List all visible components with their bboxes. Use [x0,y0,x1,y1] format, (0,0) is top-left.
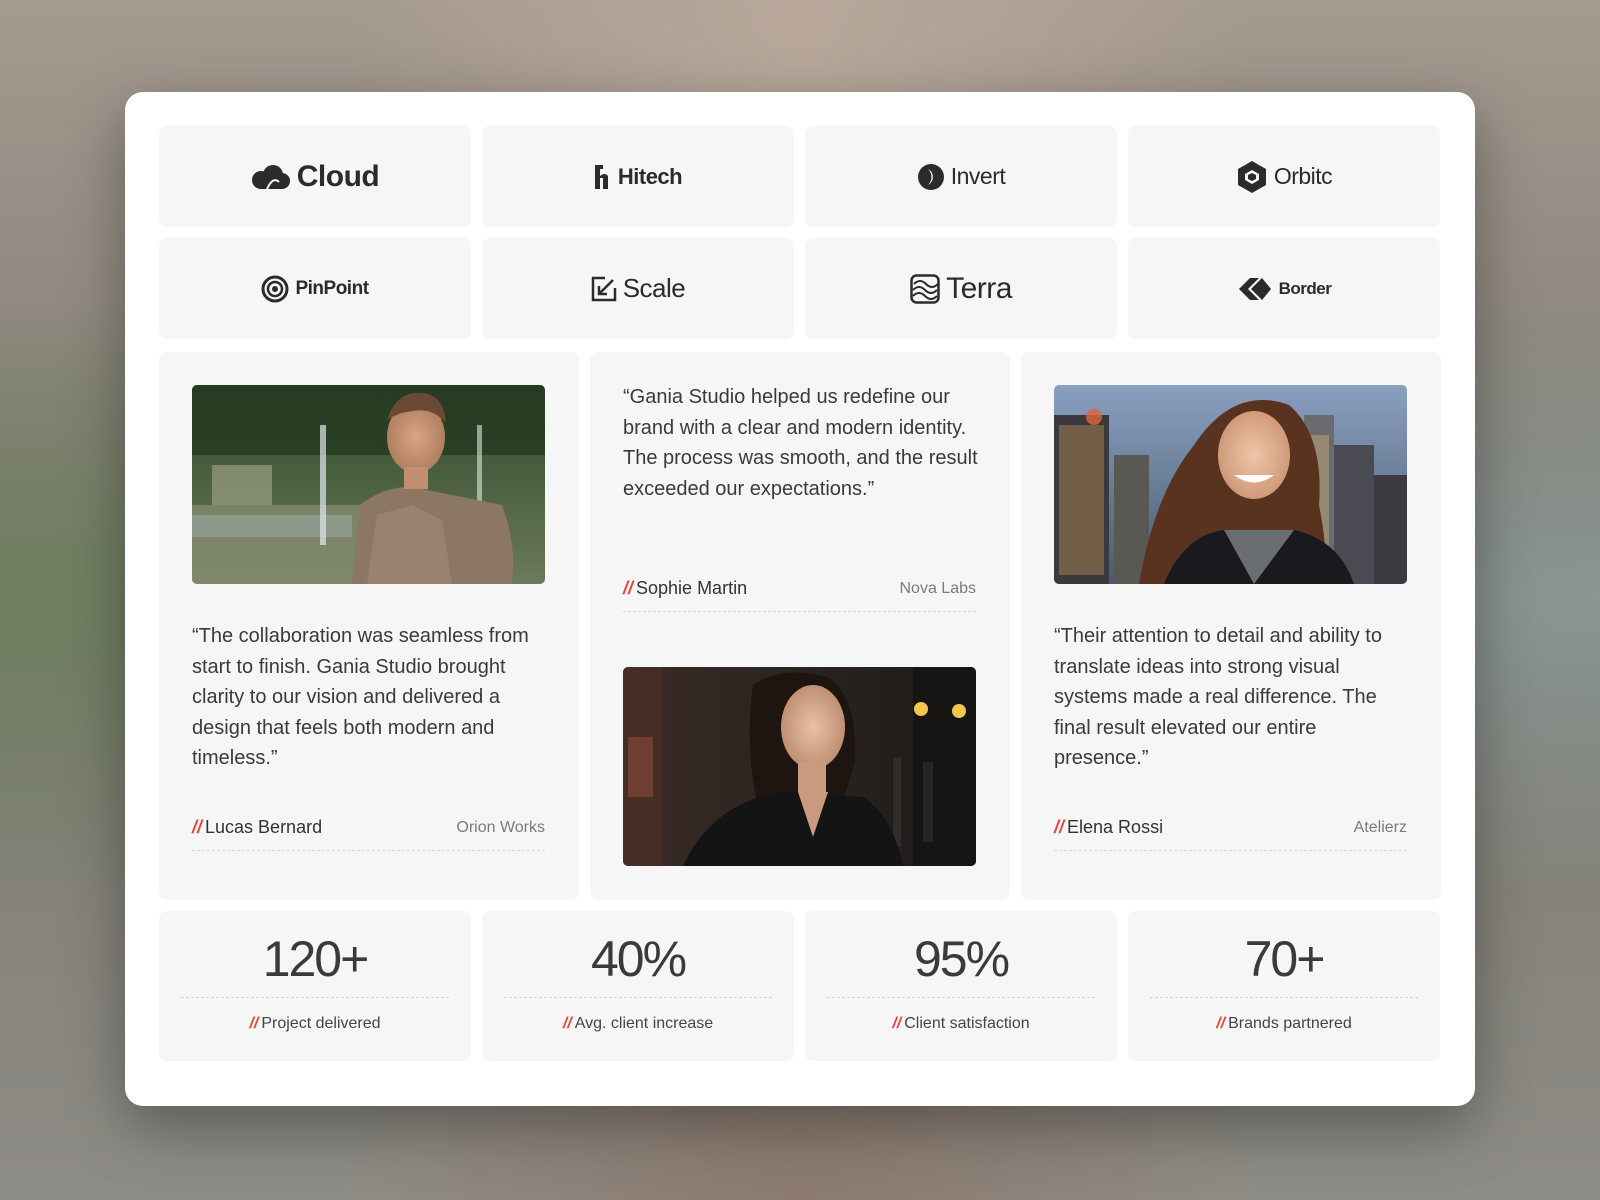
testimonial-quote: “Gania Studio helped us redefine our bra… [623,386,978,500]
stat-value: 40% [590,931,687,987]
logo-scale: Scale [482,238,794,339]
logo-pinpoint: PinPoint [159,238,471,339]
woman-street-night-photo [623,667,976,866]
slash-marker: // [1216,1015,1226,1032]
logo-border: Border [1128,238,1440,339]
author-name: Lucas Bernard [205,817,323,837]
slash-marker: // [562,1015,572,1032]
testimonial-card: “Gania Studio helped us redefine our bra… [590,352,1010,900]
author: //Elena Rossi [1054,817,1163,838]
logo-cloud-name: Cloud [296,159,380,193]
stat-label: //Avg. client increase [482,1015,794,1033]
testimonial-quote: “The collaboration was seamless from sta… [192,625,529,769]
logo-pinpoint-name: PinPoint [295,277,369,299]
stat-label: //Client satisfaction [805,1015,1117,1033]
stat-value: 70+ [1244,931,1326,987]
logo-cloud: Cloud [159,126,471,227]
logo-terra-name: Terra [946,271,1012,305]
stat-card: 40% //Avg. client increase [482,911,794,1061]
testimonial-attribution: //Elena Rossi Atelierz [1054,817,1407,851]
logo-invert-name: Invert [950,163,1006,189]
logo-invert: Invert [805,126,1117,227]
client-logo-grid: Cloud Hitech Invert Orbitc PinPoint Scal… [159,126,1441,339]
logo-orbitc-name: Orbitc [1273,163,1333,189]
slash-marker: // [192,817,203,837]
slash-marker: // [892,1015,902,1032]
invert-moon-icon [917,163,944,190]
stat-divider [1150,997,1418,998]
testimonial-attribution: //Lucas Bernard Orion Works [192,817,545,851]
author: //Sophie Martin [623,578,747,599]
stat-label-text: Avg. client increase [574,1015,714,1032]
man-in-garden-photo [192,385,545,584]
stat-label: //Project delivered [159,1015,471,1033]
stat-value: 95% [913,931,1010,987]
testimonials-row: “The collaboration was seamless from sta… [159,352,1441,900]
logo-hitech-name: Hitech [617,163,683,189]
author-name: Sophie Martin [636,578,748,598]
showcase-card: Cloud Hitech Invert Orbitc PinPoint Scal… [125,92,1475,1106]
logo-hitech: Hitech [482,126,794,227]
woman-city-smiling-photo [1054,385,1407,584]
terra-wave-icon [910,273,940,304]
stat-card: 120+ //Project delivered [159,911,471,1061]
logo-scale-name: Scale [622,273,686,303]
testimonial-card: “Their attention to detail and ability t… [1021,352,1441,900]
testimonial-quote: “Their attention to detail and ability t… [1054,625,1382,769]
stat-label-text: Client satisfaction [904,1015,1030,1032]
stat-value: 120+ [262,931,370,987]
stat-label-text: Brands partnered [1228,1015,1352,1032]
author-company: Orion Works [456,819,545,836]
author-company: Atelierz [1353,819,1407,836]
orbitc-hexagon-icon [1237,160,1266,193]
author-company: Nova Labs [899,580,977,597]
cloud-icon [251,164,290,189]
logo-orbitc: Orbitc [1128,126,1440,227]
slash-marker: // [623,578,634,598]
slash-marker: // [249,1015,259,1032]
logo-border-name: Border [1278,278,1332,298]
pinpoint-target-icon [261,275,289,302]
author-name: Elena Rossi [1067,817,1164,837]
testimonial-attribution: //Sophie Martin Nova Labs [623,578,976,612]
logo-terra: Terra [805,238,1117,339]
stat-divider [827,997,1095,998]
slash-marker: // [1054,817,1065,837]
testimonial-card: “The collaboration was seamless from sta… [159,352,579,900]
stat-card: 95% //Client satisfaction [805,911,1117,1061]
stats-row: 120+ //Project delivered 40% //Avg. clie… [159,911,1441,1061]
stat-divider [181,997,449,998]
hitech-h-icon [594,164,608,189]
author: //Lucas Bernard [192,817,322,838]
stat-divider [504,997,772,998]
stat-label: //Brands partnered [1128,1015,1440,1033]
border-diamond-icon [1238,277,1271,300]
stat-label-text: Project delivered [261,1015,381,1032]
stat-card: 70+ //Brands partnered [1128,911,1440,1061]
scale-arrow-icon [591,276,616,301]
